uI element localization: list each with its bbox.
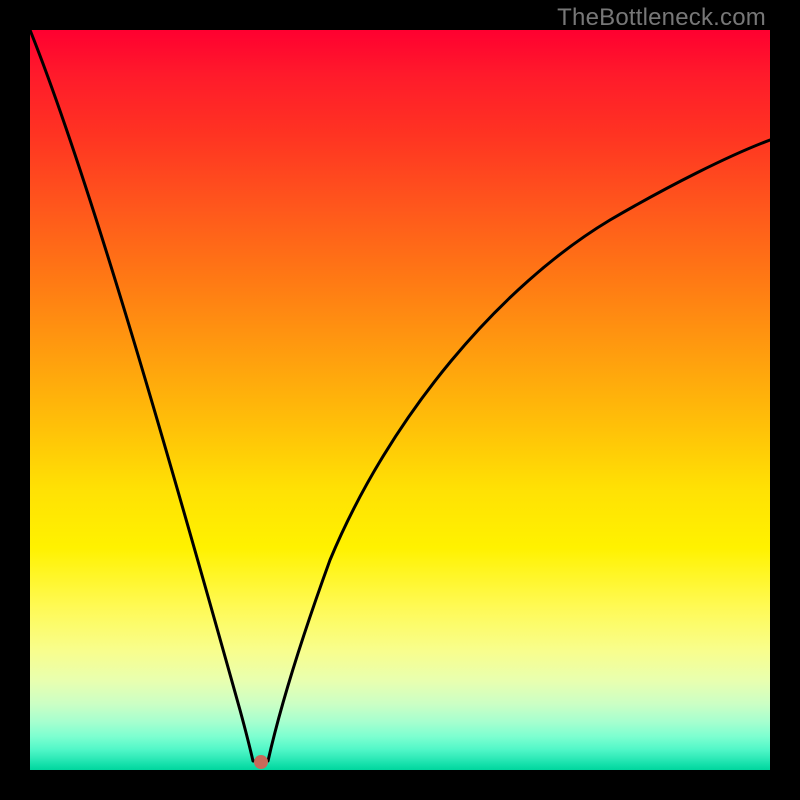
bottleneck-curve — [30, 30, 770, 770]
watermark-text: TheBottleneck.com — [557, 4, 766, 32]
plot-area — [30, 30, 770, 770]
minimum-marker — [254, 755, 268, 769]
chart-frame: TheBottleneck.com — [0, 0, 800, 800]
